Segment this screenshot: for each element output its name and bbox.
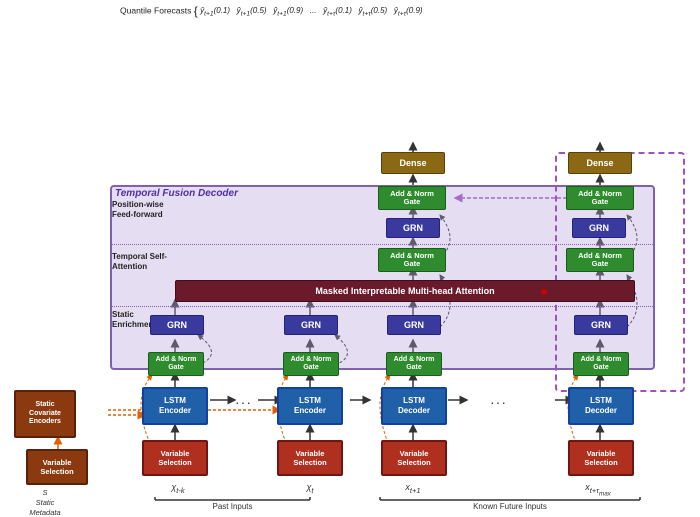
dots-past: ··· [235,394,252,410]
lstm-encoder-1: LSTM Encoder [142,387,208,425]
chi-t-k-label: χt-k [148,482,208,495]
grn-static-2: GRN [284,315,338,335]
grn-positionwise-1: GRN [386,218,440,238]
quantile-header: Quantile Forecasts { ŷt+1(0.1) ŷt+1(0.5)… [120,4,690,18]
tfd-title: Temporal Fusion Decoder [115,188,238,199]
dense-box-2: Dense [568,152,632,174]
add-norm-lstm-2: Add & Norm Gate [283,352,339,376]
static-covariate-encoders: Static Covariate Encoders [14,390,76,438]
grn-positionwise-2: GRN [572,218,626,238]
add-norm-temporal-1: Add & Norm Gate [378,248,446,272]
causal-mask-dot [541,289,547,295]
quantile-label: Quantile Forecasts [120,5,191,15]
grn-static-4: GRN [574,315,628,335]
add-norm-lstm-1: Add & Norm Gate [148,352,204,376]
lstm-encoder-2: LSTM Encoder [277,387,343,425]
lstm-decoder-1: LSTM Decoder [381,387,447,425]
varsel-4: Variable Selection [568,440,634,476]
quantile-brace: { [194,4,198,18]
lstm-decoder-2: LSTM Decoder [568,387,634,425]
varsel-2: Variable Selection [277,440,343,476]
static-metadata-label: S Static Metadata [10,488,80,517]
add-norm-top-2: Add & Norm Gate [566,186,634,210]
add-norm-lstm-3: Add & Norm Gate [386,352,442,376]
varsel-1: Variable Selection [142,440,208,476]
quantile-values: ŷt+1(0.1) ŷt+1(0.5) ŷt+1(0.9) ... ŷt+τ(0… [200,6,422,15]
grn-static-3: GRN [387,315,441,335]
x-t1-label: xt+1 [383,482,443,495]
grn-static-1: GRN [150,315,204,335]
chi-t-label: χt [280,482,340,495]
tfd-separator-1 [112,244,655,245]
dots-future: ··· [490,394,507,410]
add-norm-top-1: Add & Norm Gate [378,186,446,210]
tfd-separator-2 [112,306,655,307]
section-position-wise: Position-wise Feed-forward [112,200,172,221]
attention-box: Masked Interpretable Multi-head Attentio… [175,280,635,302]
x-ttau-label: xt+τmax [562,482,634,497]
add-norm-temporal-2: Add & Norm Gate [566,248,634,272]
add-norm-lstm-4: Add & Norm Gate [573,352,629,376]
dense-box-1: Dense [381,152,445,174]
varsel-3: Variable Selection [381,440,447,476]
diagram-container: Quantile Forecasts { ŷt+1(0.1) ŷt+1(0.5)… [0,0,700,510]
section-temporal-attention: Temporal Self-Attention [112,252,172,273]
static-varsel: Variable Selection [26,449,88,485]
